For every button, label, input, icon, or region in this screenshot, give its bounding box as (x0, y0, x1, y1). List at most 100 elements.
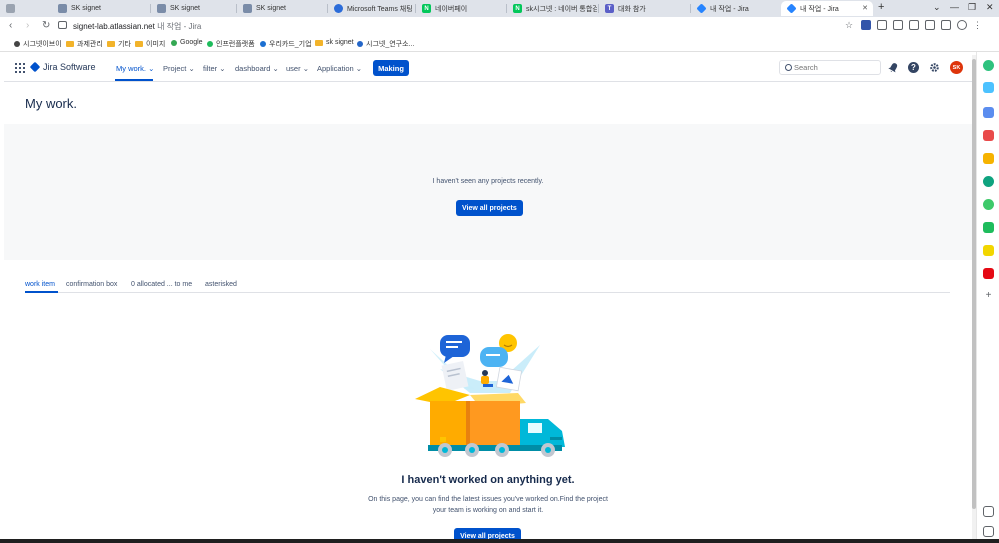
nav-my-work[interactable]: My work. ⌄ (116, 64, 154, 73)
browser-tab-1[interactable]: SK signet (52, 1, 148, 16)
browser-tab-active[interactable]: 내 작업 - Jira ✕ (781, 1, 873, 16)
browser-tab-title: 내 작업 - Jira (710, 5, 749, 13)
download-icon[interactable] (893, 20, 903, 30)
pocket-icon[interactable] (983, 130, 994, 141)
sidebar-toggle-icon[interactable] (941, 20, 951, 30)
bookmark-item[interactable]: 인프런플랫폼 (207, 39, 255, 49)
flag-extension-icon[interactable] (861, 20, 871, 30)
browser-tab-title: SK signet (256, 5, 286, 12)
folder-icon (66, 41, 74, 47)
tab-allocated-to-me[interactable]: 0 allocated ... to me (131, 281, 192, 288)
notes-icon[interactable] (983, 245, 994, 256)
minimize-icon[interactable]: — (950, 2, 959, 12)
puzzle-icon[interactable] (925, 20, 935, 30)
pinned-tab-icon (6, 4, 15, 13)
bookmarks-bar: 시그넷이브이 과제관리 기타 이미지 Google 인프런플랫폼 우리카드_기업… (0, 35, 999, 52)
briefcase-icon[interactable] (983, 107, 994, 118)
browser-tab-7[interactable]: T 대화 참가 (599, 1, 689, 16)
restore-icon[interactable]: ❐ (968, 2, 976, 13)
pinned-tab[interactable] (0, 1, 20, 16)
tab-confirmation-box[interactable]: confirmation box (66, 281, 117, 288)
view-all-projects-button[interactable]: View all projects (456, 200, 523, 216)
tab-asterisked[interactable]: asterisked (205, 281, 237, 288)
browser-tab-title: SK signet (170, 5, 200, 12)
folder-icon (107, 41, 115, 47)
folder-icon (315, 39, 323, 46)
edge-icon[interactable] (983, 176, 994, 187)
notification-bell-icon[interactable] (888, 62, 899, 73)
create-button[interactable]: Making (373, 60, 409, 76)
extension-icon[interactable] (877, 20, 887, 30)
address-bar-row: ‹ › ↻ signet-lab.atlassian.net 내 작업 - Ji… (0, 17, 999, 35)
chevron-down-icon: ⌄ (272, 64, 279, 73)
bookmark-item[interactable]: 우리카드_기업 (260, 39, 312, 49)
search-box[interactable] (779, 60, 881, 75)
search-icon[interactable] (983, 82, 994, 93)
tab-favicon (157, 4, 166, 13)
reload-icon[interactable]: ↻ (42, 20, 50, 31)
jira-logo[interactable]: Jira Software (29, 61, 96, 73)
chat-ai-icon[interactable] (983, 60, 994, 71)
help-icon[interactable]: ? (908, 62, 919, 73)
search-input[interactable] (794, 62, 874, 73)
camera-icon[interactable] (909, 20, 919, 30)
app-icon[interactable] (983, 268, 994, 279)
url-field[interactable]: signet-lab.atlassian.net 내 작업 - Jira (73, 21, 201, 32)
bookmark-label: 과제관리 (77, 41, 103, 48)
bookmark-folder[interactable]: 이미지 (135, 39, 165, 49)
search-icon (785, 64, 792, 71)
bookmark-icon (260, 41, 266, 47)
nav-dashboard[interactable]: dashboard ⌄ (235, 64, 279, 73)
bookmark-folder[interactable]: 과제관리 (66, 39, 103, 49)
browser-tab-3[interactable]: SK signet (237, 1, 325, 16)
browser-toolbar-icons: ☆ ⋮ (845, 20, 983, 30)
browser-tab-8[interactable]: 내 작업 - Jira (691, 1, 779, 16)
menu-icon[interactable]: ⋮ (973, 20, 983, 30)
chevron-down-icon[interactable]: ⌄ (933, 2, 941, 13)
star-icon[interactable] (983, 153, 994, 164)
browser-tab-6[interactable]: N sk시그넷 : 네이버 통합검 (507, 1, 597, 16)
jira-product-name: Jira Software (43, 62, 96, 72)
user-avatar[interactable]: SK (950, 61, 963, 74)
chevron-down-icon: ⌄ (302, 64, 309, 73)
settings-gear-icon[interactable] (929, 62, 940, 73)
browser-tab-2[interactable]: SK signet (151, 1, 233, 16)
star-icon[interactable]: ☆ (845, 20, 855, 30)
nav-user[interactable]: user ⌄ (286, 64, 309, 73)
tab-favicon (58, 4, 67, 13)
app-switcher-icon[interactable] (15, 63, 25, 73)
nav-filter[interactable]: filter ⌄ (203, 64, 226, 73)
browser-tab-title: 네이버페이 (435, 5, 468, 13)
profile-icon[interactable] (957, 20, 967, 30)
external-link-icon[interactable] (983, 506, 994, 517)
recent-projects-panel: I haven't seen any projects recently. Vi… (4, 124, 972, 260)
bookmark-label: 기타 (118, 41, 131, 48)
bookmark-item[interactable]: 시그넷이브이 (14, 39, 62, 49)
bookmark-icon (207, 41, 213, 47)
nav-application[interactable]: Application ⌄ (317, 64, 362, 73)
browser-tab-title: Microsoft Teams 채팅 파 (347, 5, 414, 13)
new-tab-button[interactable]: + (878, 1, 884, 13)
page-title: My work. (25, 96, 77, 111)
close-window-icon[interactable]: ✕ (986, 2, 994, 13)
bookmark-folder[interactable]: sk signet (315, 39, 354, 46)
nav-label: user (286, 64, 301, 73)
browser-tab-4[interactable]: Microsoft Teams 채팅 파 (328, 1, 414, 16)
active-nav-indicator (115, 79, 153, 81)
bookmark-item[interactable]: Google (171, 39, 203, 46)
browser-tab-5[interactable]: N 네이버페이 (416, 1, 504, 16)
message-icon[interactable] (983, 222, 994, 233)
bookmark-icon (357, 41, 363, 47)
bookmark-label: 인프런플랫폼 (216, 41, 255, 48)
bookmark-folder[interactable]: 기타 (107, 39, 131, 49)
close-tab-icon[interactable]: ✕ (862, 4, 868, 12)
forward-icon[interactable]: › (26, 20, 29, 31)
settings-gear-icon[interactable] (983, 526, 994, 537)
nav-project[interactable]: Project ⌄ (163, 64, 195, 73)
site-info-icon[interactable] (58, 21, 67, 29)
play-icon[interactable] (983, 199, 994, 210)
bookmark-item[interactable]: 시그넷_연구소... (357, 39, 414, 49)
back-icon[interactable]: ‹ (9, 20, 12, 31)
add-icon[interactable]: + (983, 290, 994, 301)
tab-work-item[interactable]: work item (25, 281, 55, 288)
